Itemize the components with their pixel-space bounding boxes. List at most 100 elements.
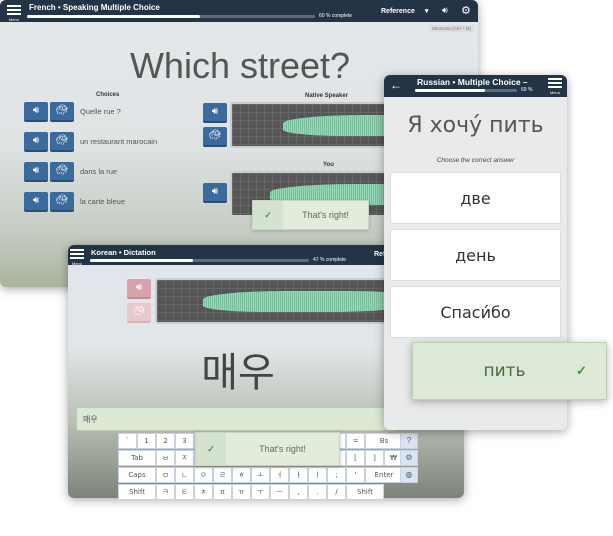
key[interactable]: ㅁ [156,467,175,483]
key[interactable]: ㅜ [251,484,270,500]
key[interactable]: ㅓ [270,467,289,483]
key[interactable]: ㅌ [175,484,194,500]
progress-bar [415,89,517,92]
slow-play-choice-button[interactable]: 🐢︎ [50,102,74,122]
choice-row[interactable]: 🔊︎ 🐢︎ un restaurant marocain [24,132,224,156]
play-native-button[interactable]: 🔊︎ [203,103,227,123]
slow-play-choice-button[interactable]: 🐢︎ [50,132,74,152]
french-header: Menu French • Speaking Multiple Choice 6… [0,0,478,22]
gear-icon[interactable]: ⚙ [461,4,471,17]
play-choice-button[interactable]: 🔊︎ [24,102,48,122]
key[interactable]: Enter [365,467,403,483]
key[interactable]: 2 [156,433,175,449]
settings-icon[interactable]: ⚙ [400,450,418,466]
chevron-down-icon: ▾ [424,8,429,15]
help-icon[interactable]: ? [400,433,418,449]
progress-bar [90,259,309,262]
target-word: 매우 [201,350,275,396]
progress-label: 47 % complete [313,257,347,263]
menu-button[interactable]: Menu [548,76,562,95]
key[interactable]: ㅣ [308,467,327,483]
slow-play-native-button[interactable]: 🐢︎ [203,127,227,147]
key[interactable]: ㅇ [194,467,213,483]
play-choice-button[interactable]: 🔊︎ [24,132,48,152]
key[interactable]: ; [327,467,346,483]
choice-text: Quelle rue ? [80,107,121,116]
choice-text: dans la rue [80,167,118,176]
audio-waveform [155,278,415,324]
play-choice-button[interactable]: 🔊︎ [24,192,48,212]
play-audio-button[interactable]: 🔊︎ [127,279,151,299]
native-speaker-label: Native Speaker [305,93,349,99]
slow-play-choice-button[interactable]: 🐢︎ [50,162,74,182]
key[interactable]: , [289,484,308,500]
key[interactable]: ' [346,467,365,483]
toast-message: That's right! [259,444,306,454]
toast-message: That's right! [302,210,349,220]
key[interactable]: ㄴ [175,467,194,483]
you-label: You [323,162,334,168]
key[interactable]: / [327,484,346,500]
instruction-text: Choose the correct answer [436,157,515,164]
menu-label: Menu [8,17,19,22]
key[interactable]: ] [365,450,384,466]
choice-row[interactable]: 🔊︎ 🐢︎ Quelle rue ? [24,102,224,126]
slow-play-choice-button[interactable]: 🐢︎ [50,192,74,212]
lesson-title: Russian • Multiple Choice – [417,77,528,87]
key[interactable]: ㅡ [270,484,289,500]
selected-answer-button[interactable]: пить ✓ [412,342,607,400]
choice-row[interactable]: 🔊︎ 🐢︎ la carte bleue [24,192,224,216]
menu-button[interactable]: Menu [7,3,21,22]
slow-play-button[interactable]: 🐢︎ [127,303,151,323]
menu-label: Menu [71,261,82,266]
key[interactable]: ㅏ [289,467,308,483]
play-choice-button[interactable]: 🔊︎ [24,162,48,182]
choice-row[interactable]: 🔊︎ 🐢︎ dans la rue [24,162,224,186]
key[interactable]: ㅍ [213,484,232,500]
success-toast: ✓ That's right! [195,432,340,466]
speaker-icon[interactable]: 🔊︎ [442,5,448,16]
key[interactable]: = [346,433,365,449]
key[interactable]: ㅂ [156,450,175,466]
play-recording-button[interactable]: 🔊︎ [203,183,227,203]
choice-text: un restaurant marocain [80,137,158,146]
back-arrow-icon[interactable]: ← [390,78,402,92]
key[interactable]: Shift [118,484,156,500]
key[interactable]: Shift [346,484,384,500]
key[interactable]: Tab [118,450,156,466]
selected-answer-label: пить [483,361,526,381]
answer-option[interactable]: две [390,172,561,224]
check-icon: ✓ [576,363,587,378]
key[interactable]: ㅠ [232,484,251,500]
key[interactable]: . [308,484,327,500]
progress-label: 69 % [521,87,533,93]
lesson-title: French • Speaking Multiple Choice [29,3,160,12]
key[interactable]: ㅊ [194,484,213,500]
keyboard-row: Shift ㅋㅌㅊㅍㅠㅜㅡ,. / Shift [118,484,403,500]
reference-dropdown[interactable]: Reference ▾ [381,7,428,15]
key[interactable]: ` [118,433,137,449]
key[interactable]: Bs [365,433,403,449]
progress-label: 60 % complete [319,13,353,19]
answer-option[interactable]: Спаси́бо [390,286,561,338]
answer-option[interactable]: день [390,229,561,281]
key[interactable]: [ [346,450,365,466]
menu-label: Menu [549,90,560,95]
key[interactable]: Caps [118,467,156,483]
choices-label: Choices [96,92,120,98]
key[interactable]: ㅗ [251,467,270,483]
key[interactable]: ㅋ [156,484,175,500]
key[interactable]: 3 [175,433,194,449]
answer-input[interactable]: 매우 [76,407,396,431]
key[interactable]: ㄹ [213,467,232,483]
reference-label: Reference [381,8,415,15]
key[interactable]: 1 [137,433,156,449]
check-icon: ✓ [253,201,283,229]
russian-header: ← Russian • Multiple Choice – 69 % Menu [384,75,567,97]
check-icon: ✓ [196,433,226,465]
menu-button[interactable]: Menu [70,247,84,266]
choice-text: la carte bleue [80,197,126,206]
key[interactable]: ㅈ [175,450,194,466]
key[interactable]: ㅎ [232,467,251,483]
globe-icon[interactable]: ◍ [400,467,418,483]
